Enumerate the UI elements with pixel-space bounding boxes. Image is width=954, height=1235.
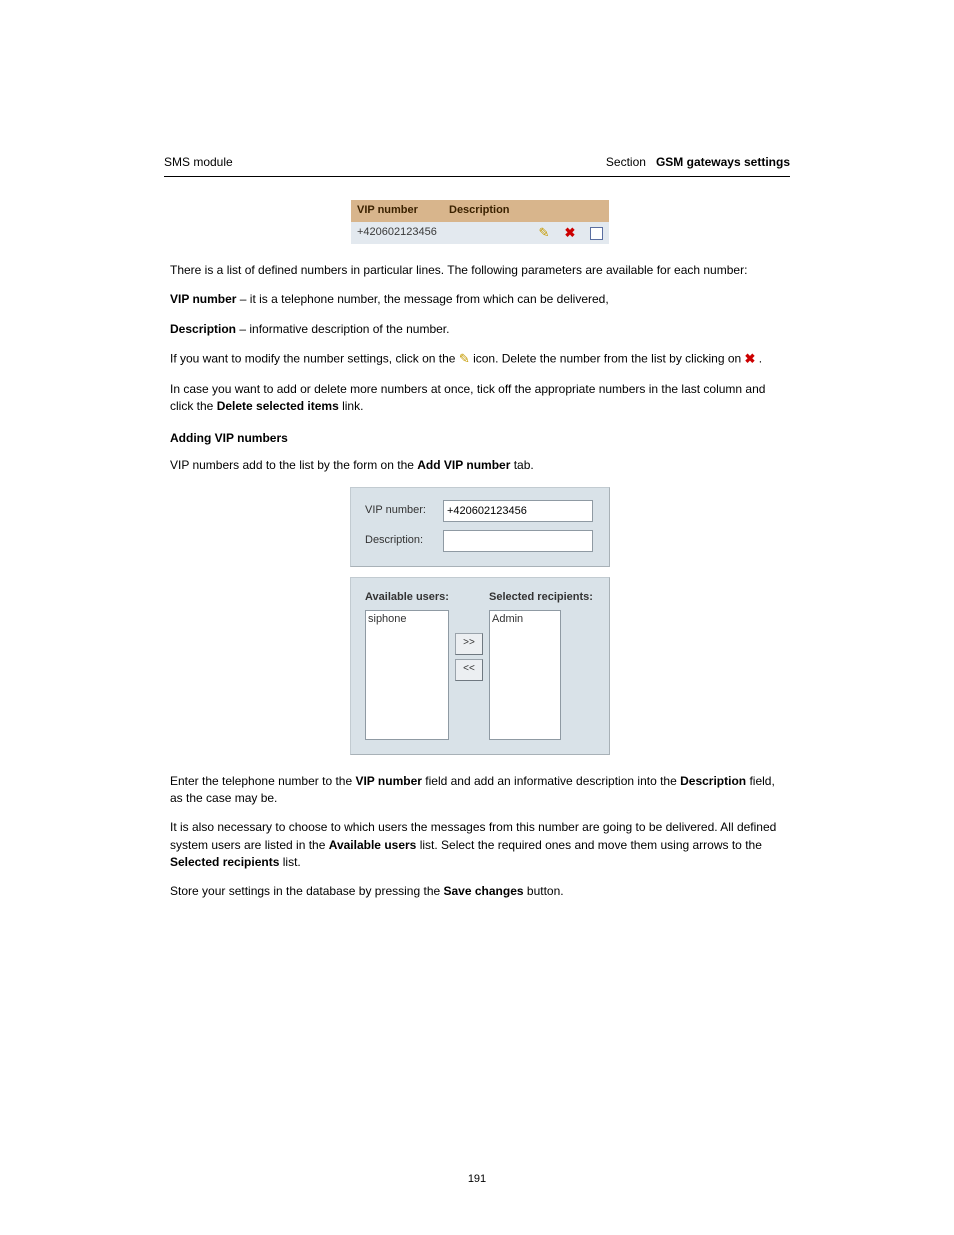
paragraph-add-tab: VIP numbers add to the list by the form … <box>170 457 790 474</box>
pencil-icon: ✎ <box>539 224 550 243</box>
cell-edit[interactable]: ✎ <box>531 222 557 244</box>
p2a: If you want to modify the number setting… <box>170 352 459 366</box>
item-description: Description – informative description of… <box>170 321 790 338</box>
move-right-button[interactable]: >> <box>455 633 483 655</box>
p6b: list. Select the required ones and move … <box>420 838 762 852</box>
paragraph-intro: There is a list of defined numbers in pa… <box>170 262 790 279</box>
p6c: list. <box>283 855 301 869</box>
available-users-list[interactable]: siphone <box>365 610 449 740</box>
cell-description <box>443 222 531 244</box>
p7b: button. <box>527 884 564 898</box>
paragraph-choose-users: It is also necessary to choose to which … <box>170 819 790 871</box>
p5a: Enter the telephone number to the <box>170 774 355 788</box>
paragraph-delete-selected: In case you want to add or delete more n… <box>170 381 790 416</box>
checkbox-icon <box>590 227 603 240</box>
p4bold: Add VIP number <box>417 458 510 472</box>
cell-checkbox[interactable] <box>583 222 609 244</box>
paragraph-save: Store your settings in the database by p… <box>170 883 790 900</box>
item-description-text: – informative description of the number. <box>236 322 449 336</box>
pencil-icon: ✎ <box>459 350 470 369</box>
cell-number: +420602123456 <box>351 222 443 244</box>
p6bold2: Selected recipients <box>170 855 279 869</box>
header-right-prefix: Section <box>606 155 646 169</box>
paragraph-modify: If you want to modify the number setting… <box>170 350 790 369</box>
col-header-description: Description <box>443 200 531 222</box>
item-description-label: Description <box>170 322 236 336</box>
p5bold2: Description <box>680 774 746 788</box>
vip-form-figure: VIP number: Description: Available users… <box>170 487 790 755</box>
table-row: +420602123456 ✎ ✖ <box>351 222 609 244</box>
vip-number-input[interactable] <box>443 500 593 522</box>
list-item[interactable]: siphone <box>368 612 446 628</box>
panel-transfer: Available users: siphone >> << Selected … <box>350 577 610 755</box>
delete-x-icon: ✖ <box>745 350 756 369</box>
col-header-number: VIP number <box>351 200 443 222</box>
col-header-edit <box>531 200 557 222</box>
p6bold1: Available users <box>329 838 417 852</box>
item-number-label: VIP number <box>170 292 236 306</box>
list-item[interactable]: Admin <box>492 612 558 628</box>
paragraph-enter-number: Enter the telephone number to the VIP nu… <box>170 773 790 808</box>
header-right-bold: GSM gateways settings <box>656 155 790 169</box>
p7bold: Save changes <box>444 884 524 898</box>
header-right: Section GSM gateways settings <box>606 154 790 171</box>
page-number: 191 <box>0 1172 954 1188</box>
p3bold: Delete selected items <box>217 399 339 413</box>
delete-x-icon: ✖ <box>565 224 576 243</box>
move-left-button[interactable]: << <box>455 659 483 681</box>
description-input[interactable] <box>443 530 593 552</box>
p5bold1: VIP number <box>355 774 421 788</box>
p7a: Store your settings in the database by p… <box>170 884 444 898</box>
p4a: VIP numbers add to the list by the form … <box>170 458 417 472</box>
header-separator <box>164 176 790 177</box>
p3end: link. <box>342 399 363 413</box>
p5b: field and add an informative description… <box>425 774 680 788</box>
p2c: . <box>759 352 762 366</box>
description-label: Description: <box>365 533 443 549</box>
available-users-label: Available users: <box>365 590 449 606</box>
page: SMS module Section GSM gateways settings… <box>0 0 954 993</box>
p4b: tab. <box>514 458 534 472</box>
subhead-adding: Adding VIP numbers <box>170 430 790 447</box>
item-number-text: – it is a telephone number, the message … <box>236 292 608 306</box>
selected-recipients-label: Selected recipients: <box>489 590 595 606</box>
panel-number: VIP number: Description: <box>350 487 610 567</box>
content: VIP number Description +420602123456 ✎ ✖… <box>170 200 790 901</box>
col-header-delete <box>557 200 583 222</box>
p2b: icon. Delete the number from the list by… <box>473 352 744 366</box>
cell-delete[interactable]: ✖ <box>557 222 583 244</box>
item-number: VIP number – it is a telephone number, t… <box>170 291 790 308</box>
col-header-select <box>583 200 609 222</box>
header-left: SMS module <box>164 154 233 171</box>
selected-recipients-list[interactable]: Admin <box>489 610 561 740</box>
vip-table-figure: VIP number Description +420602123456 ✎ ✖ <box>170 200 790 244</box>
vip-number-label: VIP number: <box>365 503 443 519</box>
